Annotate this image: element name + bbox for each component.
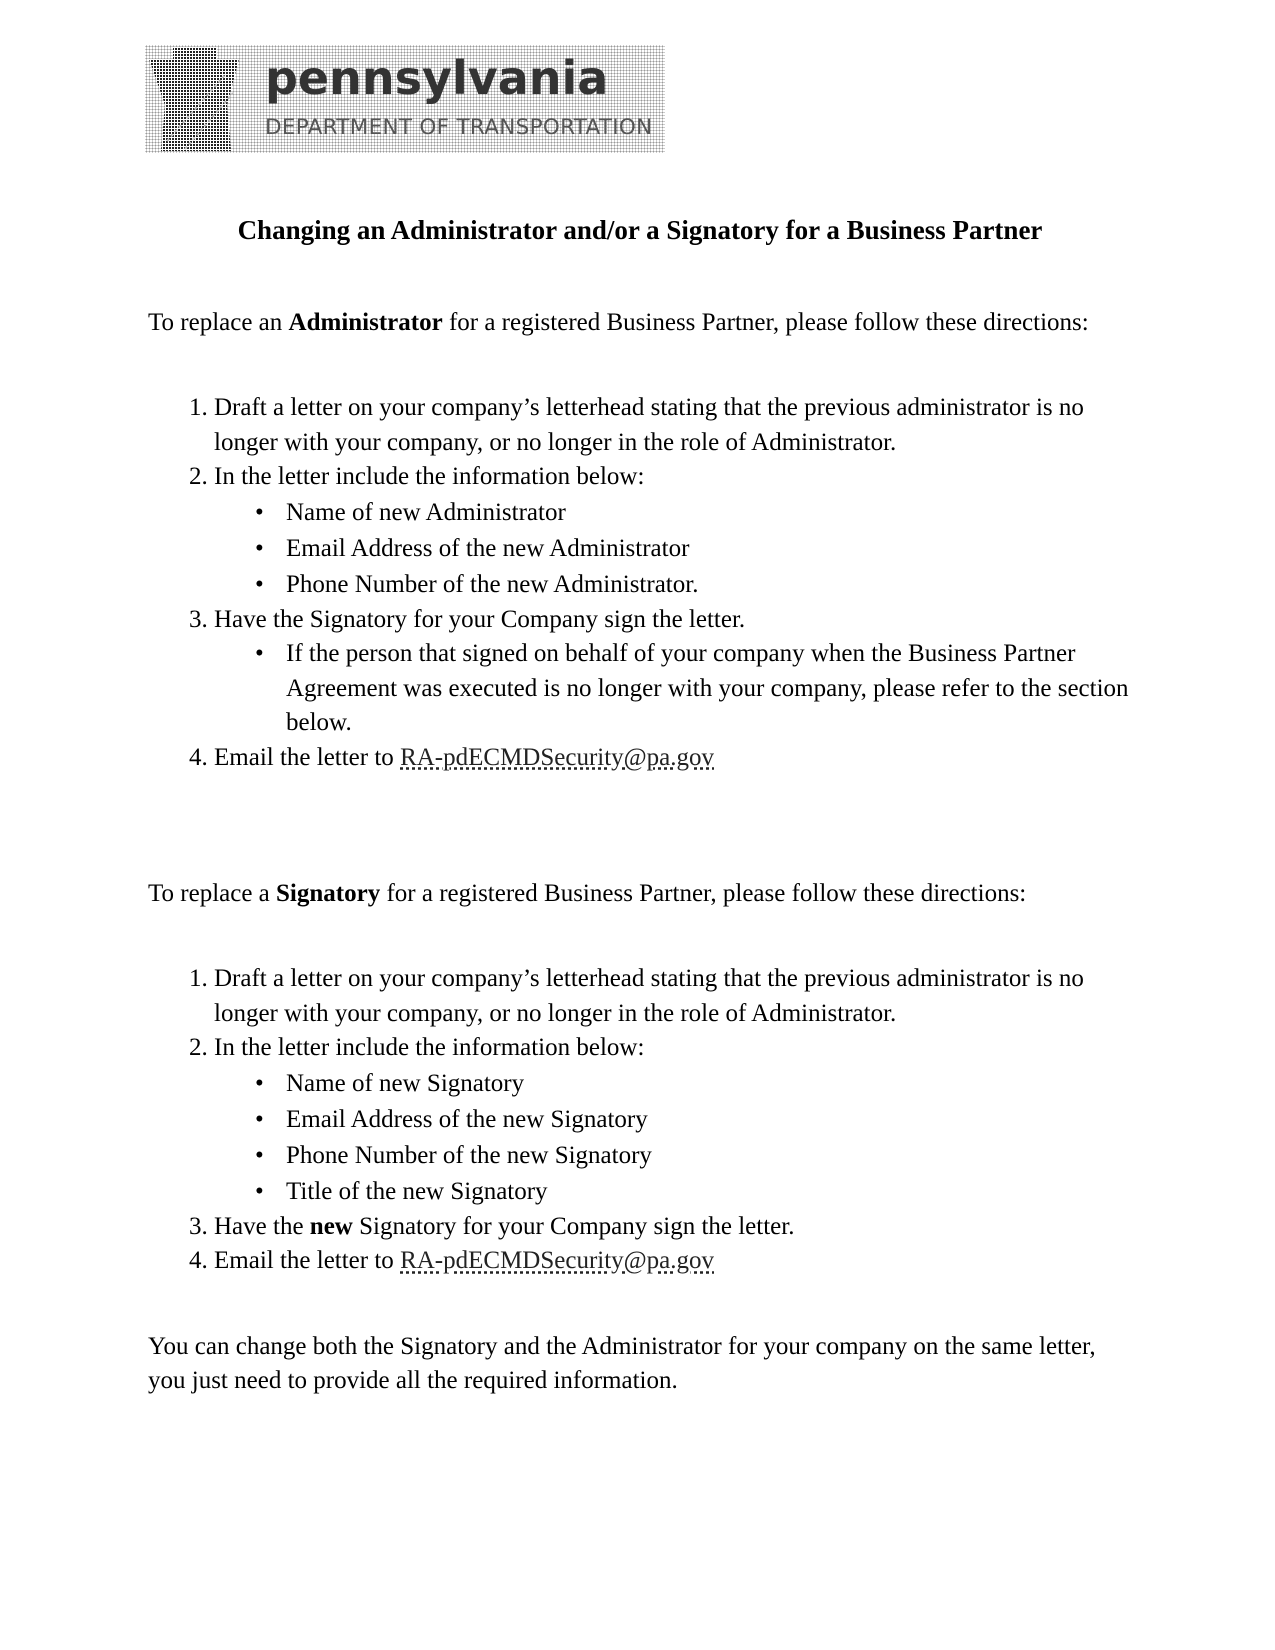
list-item: Have the new Signatory for your Company …	[214, 1210, 1144, 1245]
intro-text: for a registered Business Partner, pleas…	[442, 309, 1089, 336]
bullet-list: Name of new Signatory Email Address of t…	[214, 1066, 1144, 1210]
intro-text: for a registered Business Partner, pleas…	[380, 880, 1027, 907]
email-link[interactable]: RA-pdECMDSecurity@pa.gov	[400, 744, 714, 771]
list-item: Draft a letter on your company’s letterh…	[214, 962, 1144, 1031]
page-title: Changing an Administrator and/or a Signa…	[237, 215, 1043, 245]
step-text: In the letter include the information be…	[214, 463, 645, 490]
bullet-list: Name of new Administrator Email Address …	[214, 495, 1144, 603]
step-bold-new: new	[309, 1212, 353, 1240]
bullet-item: Phone Number of the new Signatory	[255, 1138, 1144, 1174]
list-item: Email the letter to RA-pdECMDSecurity@pa…	[214, 741, 1144, 776]
signatory-intro: To replace a Signatory for a registered …	[148, 877, 1108, 911]
step-text: Draft a letter on your company’s letterh…	[214, 394, 1084, 456]
step-text: Draft a letter on your company’s letterh…	[214, 965, 1084, 1027]
step-text: Have the Signatory for your Company sign…	[214, 605, 746, 633]
bullet-list: If the person that signed on behalf of y…	[214, 637, 1144, 741]
step-text: Email the letter to	[214, 1247, 401, 1274]
list-item: Draft a letter on your company’s letterh…	[214, 391, 1144, 460]
bullet-item: Phone Number of the new Administrator.	[255, 567, 1144, 603]
logo-wordmark: pennsylvania	[265, 51, 609, 105]
bullet-item: Title of the new Signatory	[255, 1174, 1144, 1210]
penndot-logo: pennsylvania DEPARTMENT OF TRANSPORTATIO…	[145, 45, 665, 153]
intro-bold-administrator: Administrator	[288, 309, 443, 336]
list-item: In the letter include the information be…	[214, 460, 1144, 603]
email-link[interactable]: RA-pdECMDSecurity@pa.gov	[400, 1247, 714, 1274]
administrator-intro: To replace an Administrator for a regist…	[148, 306, 1108, 340]
step-text: Email the letter to	[214, 743, 401, 771]
step-text: Have the	[214, 1212, 310, 1240]
bullet-item: Name of new Administrator	[255, 495, 1144, 531]
intro-text: To replace a	[148, 880, 277, 907]
keystone-icon	[149, 47, 239, 151]
bullet-item: Email Address of the new Administrator	[255, 531, 1144, 567]
logo-department: DEPARTMENT OF TRANSPORTATION	[265, 115, 653, 140]
administrator-steps: Draft a letter on your company’s letterh…	[148, 391, 1144, 775]
closing-paragraph: You can change both the Signatory and th…	[148, 1333, 1096, 1394]
bullet-item: If the person that signed on behalf of y…	[255, 637, 1144, 741]
bullet-item: Email Address of the new Signatory	[255, 1102, 1144, 1138]
step-text: Signatory for your Company sign the lett…	[352, 1212, 795, 1240]
intro-bold-signatory: Signatory	[276, 880, 381, 907]
list-item: In the letter include the information be…	[214, 1031, 1144, 1210]
intro-text: To replace an	[148, 309, 289, 336]
bullet-item: Name of new Signatory	[255, 1066, 1144, 1102]
list-item: Email the letter to RA-pdECMDSecurity@pa…	[214, 1244, 1144, 1279]
step-text: In the letter include the information be…	[214, 1034, 645, 1061]
signatory-steps: Draft a letter on your company’s letterh…	[148, 962, 1144, 1279]
list-item: Have the Signatory for your Company sign…	[214, 603, 1144, 741]
